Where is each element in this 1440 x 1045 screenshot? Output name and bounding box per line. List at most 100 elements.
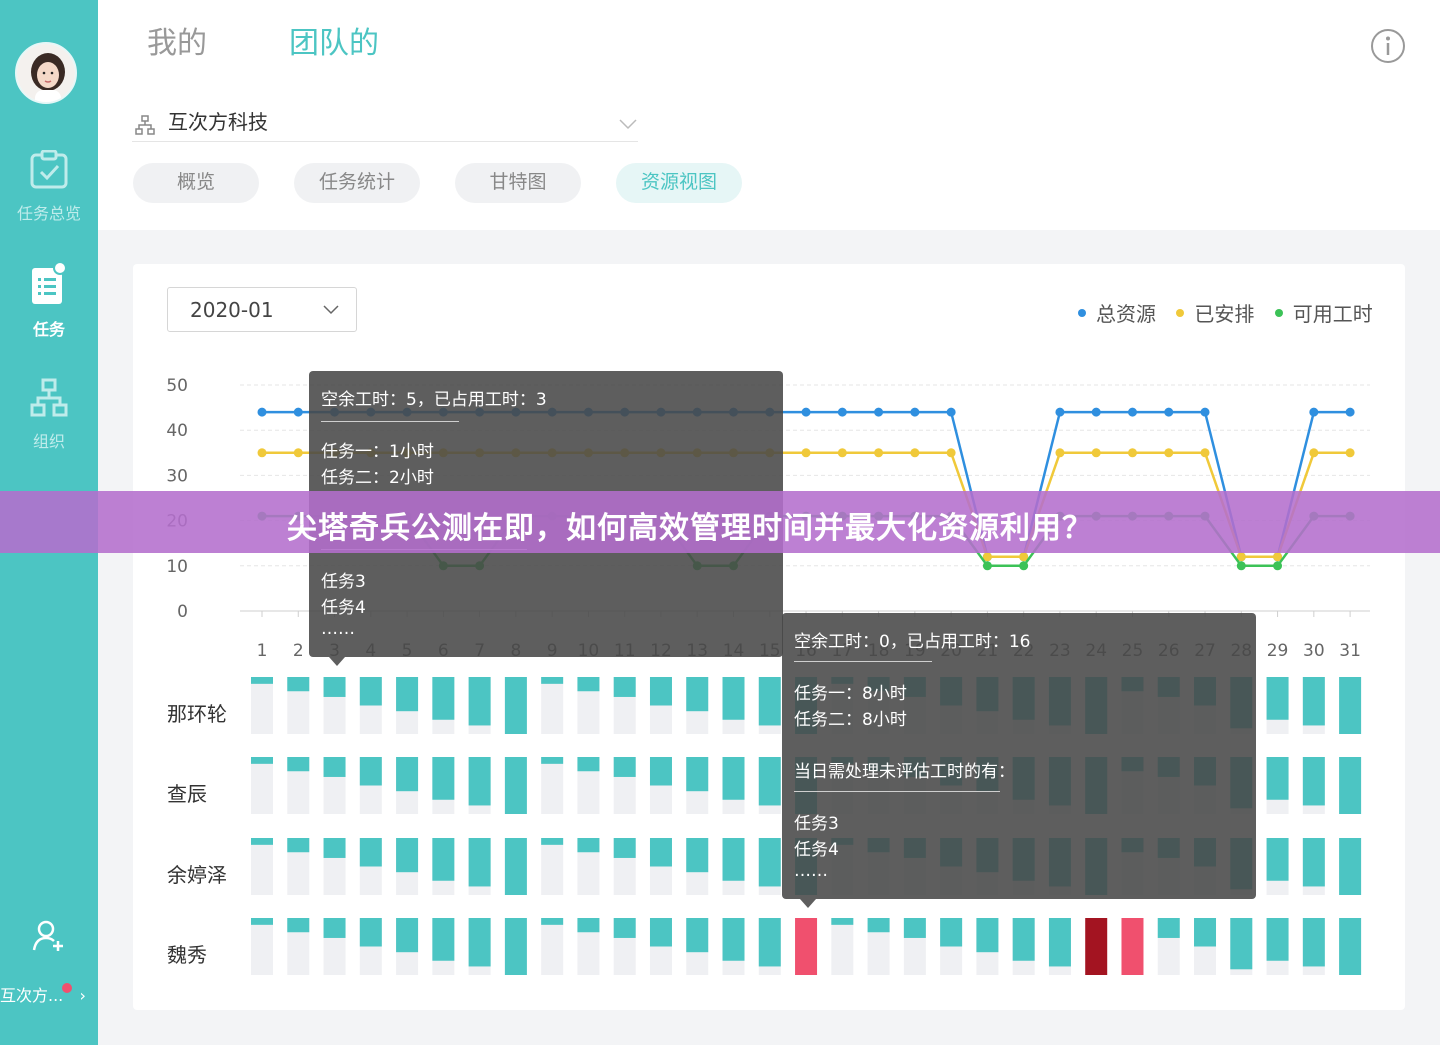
overload-bar — [795, 918, 818, 975]
data-point — [1309, 448, 1319, 458]
capacity-bar-fill — [396, 838, 419, 873]
capacity-bar-fill — [251, 757, 273, 764]
capacity-bar-fill — [649, 838, 672, 867]
capacity-bar-fill — [722, 757, 745, 800]
capacity-bar-fill — [1302, 838, 1325, 887]
capacity-bar-fill — [541, 838, 564, 845]
person-name: 魏秀 — [167, 943, 207, 967]
capacity-bar-bg — [541, 918, 564, 975]
person-name: 那环轮 — [167, 702, 227, 726]
data-point — [874, 407, 884, 417]
capacity-bar-fill — [686, 838, 709, 873]
capacity-bar-fill — [468, 838, 491, 887]
capacity-bar-fill — [1048, 918, 1071, 967]
capacity-bar-fill — [287, 757, 310, 772]
capacity-bar-fill — [323, 838, 346, 858]
y-tick-label: 30 — [166, 466, 188, 486]
data-point — [874, 448, 884, 458]
capacity-bar-fill — [649, 918, 672, 947]
x-tick-label: 29 — [1267, 641, 1289, 661]
capacity-bar-fill — [541, 677, 564, 684]
data-point — [1200, 448, 1210, 458]
capacity-bar-bg — [251, 677, 273, 734]
capacity-bar-fill — [359, 838, 382, 867]
y-tick-label: 40 — [166, 421, 188, 441]
data-point — [801, 407, 811, 417]
capacity-bar-fill — [468, 918, 491, 967]
data-point — [1127, 407, 1137, 417]
tooltip-note: 当日需处理未评估工时的有： — [794, 762, 1015, 782]
capacity-bar-fill — [541, 918, 564, 925]
capacity-bar-fill — [1266, 918, 1289, 961]
capacity-bar-fill — [323, 757, 346, 777]
data-point — [1091, 448, 1101, 458]
capacity-bar-fill — [287, 838, 310, 853]
data-point — [293, 407, 303, 417]
capacity-bar-bg — [541, 838, 564, 895]
data-point — [982, 561, 992, 571]
capacity-bar-fill — [504, 677, 527, 734]
tooltip-extra: …… — [794, 861, 828, 881]
data-point — [910, 407, 920, 417]
capacity-bar-fill — [686, 918, 709, 953]
data-point — [1200, 407, 1210, 417]
capacity-bar-fill — [287, 677, 310, 692]
tooltip-extra: 任务3 — [321, 572, 366, 592]
tooltip-extra: 任务3 — [794, 814, 839, 834]
capacity-bar-fill — [577, 918, 600, 933]
data-point — [1055, 448, 1065, 458]
capacity-bar-fill — [758, 838, 781, 887]
data-point — [1345, 448, 1355, 458]
capacity-bar-fill — [577, 838, 600, 853]
data-point — [801, 448, 811, 458]
y-tick-label: 0 — [177, 602, 188, 622]
capacity-bar-fill — [577, 757, 600, 772]
capacity-bar-fill — [504, 757, 527, 814]
capacity-bar-fill — [1339, 757, 1362, 814]
capacity-bar-bg — [541, 677, 564, 734]
capacity-bar-fill — [323, 918, 346, 938]
data-point — [946, 448, 956, 458]
capacity-bar-fill — [287, 918, 310, 933]
capacity-bar-fill — [1194, 918, 1217, 947]
capacity-bar-bg — [541, 757, 564, 814]
data-point — [1273, 561, 1283, 571]
tooltip-summary: 空余工时：5，已占用工时：3 — [321, 390, 547, 410]
capacity-bar-bg — [251, 757, 273, 814]
data-point — [293, 448, 303, 458]
capacity-bar-fill — [722, 677, 745, 720]
tooltip-task: 任务一：1小时 — [321, 442, 434, 462]
capacity-bar-fill — [432, 757, 455, 800]
capacity-bar-fill — [1230, 918, 1253, 970]
capacity-bar-fill — [649, 677, 672, 706]
capacity-bar-fill — [686, 757, 709, 792]
capacity-bar-fill — [1302, 677, 1325, 726]
capacity-bar-fill — [722, 918, 745, 961]
data-point — [1127, 448, 1137, 458]
capacity-bar-fill — [1266, 677, 1289, 720]
capacity-bar-fill — [903, 918, 926, 938]
capacity-bar-fill — [1302, 918, 1325, 967]
x-tick-label: 1 — [257, 641, 268, 661]
capacity-bar-bg — [251, 838, 273, 895]
capacity-bar-fill — [613, 677, 636, 697]
capacity-bar-fill — [867, 918, 890, 933]
capacity-bar-fill — [686, 677, 709, 712]
capacity-bar-fill — [1012, 918, 1035, 961]
capacity-bar-fill — [359, 757, 382, 786]
tooltip-task: 任务一：8小时 — [794, 684, 907, 704]
capacity-bar-bg — [251, 918, 273, 975]
capacity-bar-fill — [1266, 838, 1289, 881]
capacity-bar-fill — [432, 677, 455, 720]
divider — [794, 791, 1000, 792]
person-name: 查辰 — [167, 782, 207, 806]
capacity-bar-fill — [251, 838, 273, 845]
x-tick-label: 2 — [293, 641, 304, 661]
data-point — [1055, 407, 1065, 417]
capacity-bar-fill — [359, 677, 382, 706]
capacity-bar-fill — [359, 918, 382, 947]
headline-banner: 尖塔奇兵公测在即，如何高效管理时间并最大化资源利用？ — [0, 491, 1440, 553]
overload-bar — [1085, 918, 1108, 975]
data-point — [1309, 407, 1319, 417]
capacity-bar-fill — [1339, 677, 1362, 734]
